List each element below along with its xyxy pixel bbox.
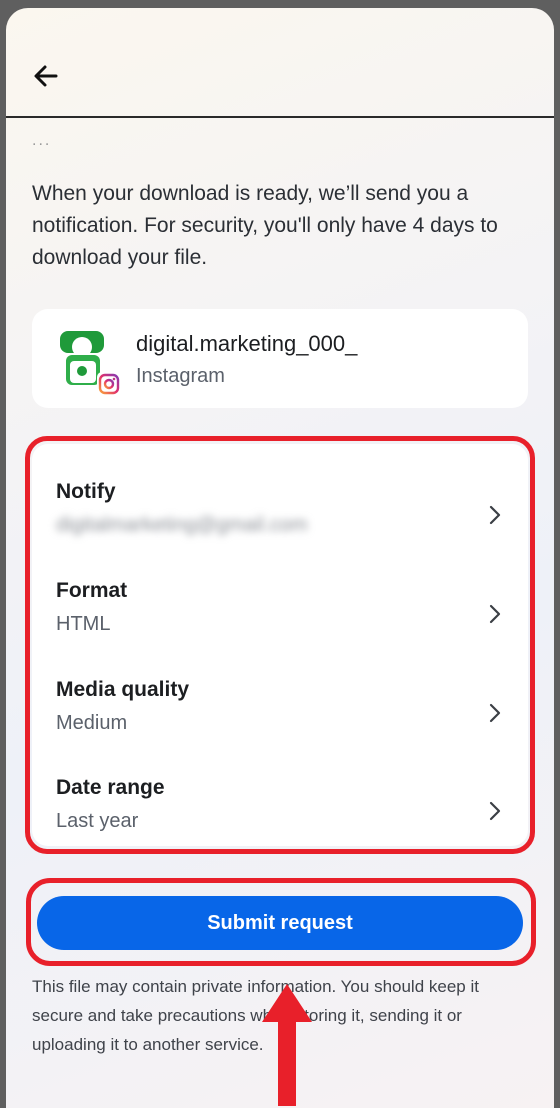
media-quality-row[interactable]: Media quality Medium (32, 678, 528, 774)
chevron-right-icon (489, 703, 501, 723)
format-row[interactable]: Format HTML (32, 579, 528, 675)
instagram-icon (97, 372, 121, 396)
format-title: Format (56, 579, 128, 602)
arrow-left-icon (34, 65, 58, 87)
notify-title: Notify (56, 480, 116, 503)
notify-email: digitalmarketing@gmail.com (56, 514, 308, 536)
account-card: digital.marketing_000_ Instagram (32, 309, 528, 408)
scrolled-text-remnant: ... (32, 132, 52, 149)
download-settings-list: Notify digitalmarketing@gmail.com Format… (32, 444, 528, 846)
chevron-right-icon (489, 604, 501, 624)
submit-request-button[interactable]: Submit request (37, 896, 523, 950)
notify-row[interactable]: Notify digitalmarketing@gmail.com (32, 480, 528, 576)
date-range-row[interactable]: Date range Last year (32, 776, 528, 872)
pointer-arrow-icon (262, 984, 312, 1106)
media-quality-title: Media quality (56, 678, 190, 701)
media-quality-value: Medium (56, 712, 128, 734)
format-value: HTML (56, 613, 111, 635)
account-username: digital.marketing_000_ (136, 331, 358, 356)
back-button[interactable] (28, 58, 64, 94)
account-platform: Instagram (136, 365, 225, 387)
chevron-right-icon (489, 505, 501, 525)
chevron-right-icon (489, 801, 501, 821)
download-request-sheet: ... When your download is ready, we’ll s… (6, 8, 554, 1108)
intro-text: When your download is ready, we’ll send … (32, 182, 498, 269)
header-divider (6, 116, 554, 118)
date-range-value: Last year (56, 810, 139, 832)
date-range-title: Date range (56, 776, 165, 799)
